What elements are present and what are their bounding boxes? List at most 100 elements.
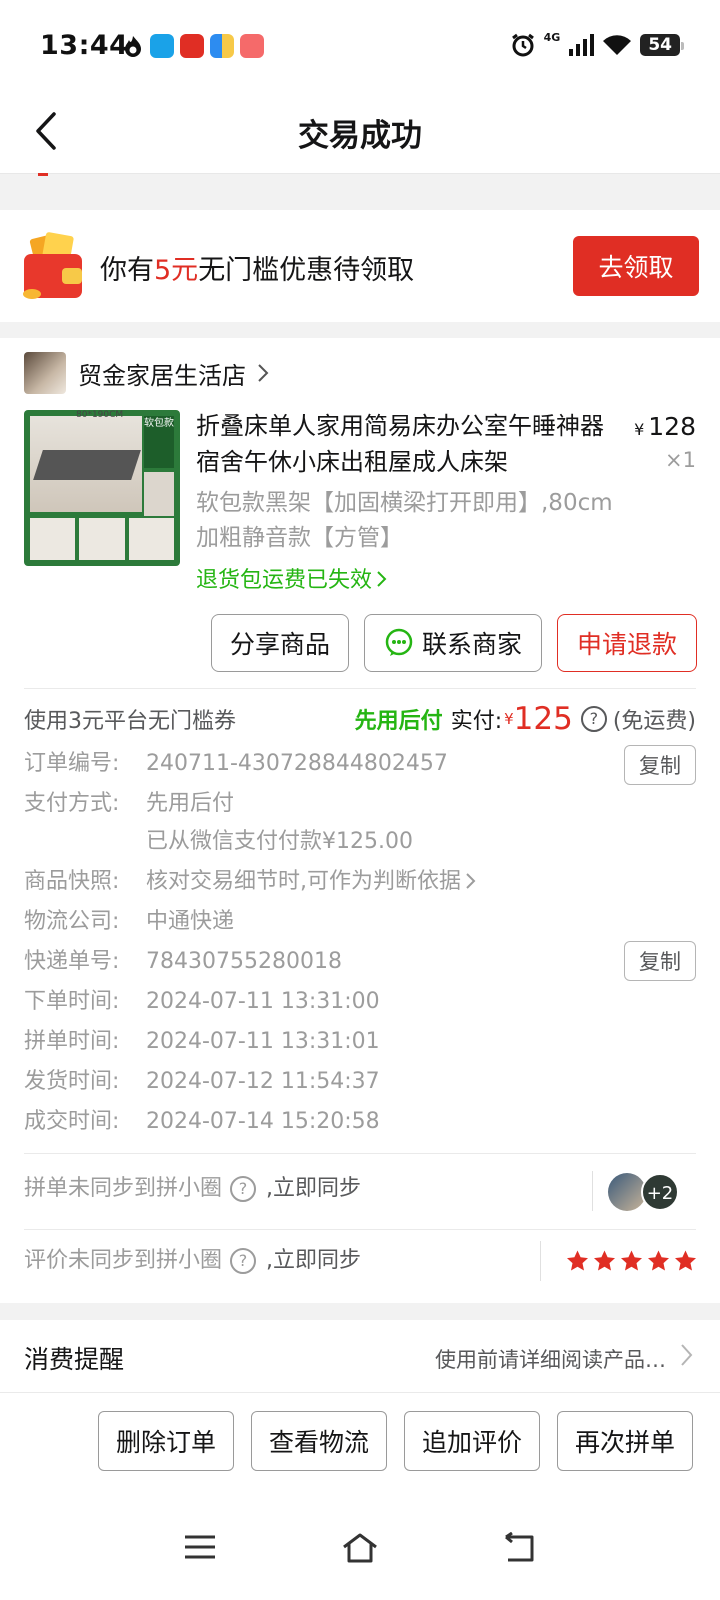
chevron-right-icon <box>681 1344 693 1366</box>
contact-seller-label: 联系商家 <box>421 630 522 659</box>
nav-bar: 交易成功 <box>0 92 720 174</box>
coupon-text: 你有5元无门槛优惠待领取 <box>100 248 414 287</box>
red-marker <box>38 170 48 176</box>
coupon-used-note: 使用3元平台无门槛券 <box>24 709 236 734</box>
return-shipping-note[interactable]: 退货包运费已失效 <box>196 562 388 594</box>
alarm-icon <box>511 33 534 57</box>
chevron-right-icon <box>377 571 387 587</box>
ship-time: 2024-07-12 11:54:37 <box>146 1069 380 1094</box>
price-symbol: ¥ <box>634 420 645 439</box>
paid-amount: 125 <box>513 701 573 737</box>
snapshot-label: 商品快照: <box>24 869 120 894</box>
snapshot-row[interactable]: 商品快照: 核对交易细节时,可作为判断依据 <box>24 867 477 897</box>
product-title[interactable]: 折叠床单人家用简易床办公室午睡神器宿舍午休小床出租屋成人床架 <box>196 408 616 480</box>
rating-stars <box>565 1249 698 1273</box>
copy-tracking-number-button[interactable]: 复制 <box>624 941 696 981</box>
app-notification-icon <box>210 34 234 58</box>
payment-method-note: 已从微信支付付款¥125.00 <box>146 829 413 854</box>
coupon-text-prefix: 你有 <box>100 255 154 286</box>
tracking-number-label: 快递单号: <box>24 949 120 974</box>
add-review-button[interactable]: 追加评价 <box>404 1411 540 1471</box>
order-number: 240711-430728844802457 <box>146 751 448 776</box>
menu-icon[interactable] <box>183 1532 217 1562</box>
logistics-company-row: 物流公司: 中通快递 <box>24 907 234 937</box>
status-bar: 13:44 4G 54 <box>0 0 720 92</box>
reorder-button[interactable]: 再次拼单 <box>557 1411 693 1471</box>
share-product-button[interactable]: 分享商品 <box>211 614 349 672</box>
order-time-label: 下单时间: <box>24 989 120 1014</box>
group-sync-text: 拼单未同步到拼小圈 <box>24 1176 223 1201</box>
payment-summary: 使用3元平台无门槛券 先用后付 实付: ¥ 125 ? (免运费) <box>24 694 696 744</box>
tracking-number-row: 快递单号: 78430755280018 <box>24 947 342 977</box>
back-icon[interactable] <box>502 1532 536 1564</box>
chevron-right-icon <box>258 364 269 382</box>
review-sync-row[interactable]: 评价未同步到拼小圈 ? ,立即同步 <box>24 1243 361 1279</box>
consumer-reminder[interactable]: 消费提醒 使用前请详细阅读产品… <box>0 1320 720 1392</box>
store-link[interactable]: 贸金家居生活店 <box>24 352 270 394</box>
divider <box>540 1241 541 1281</box>
bottom-actions: 删除订单 查看物流 追加评价 再次拼单 <box>0 1392 720 1508</box>
delete-order-button[interactable]: 删除订单 <box>98 1411 234 1471</box>
payment-method-label: 支付方式: <box>24 791 120 816</box>
pay-later-badge: 先用后付 <box>354 709 443 734</box>
snapshot-text: 核对交易细节时,可作为判断依据 <box>146 869 461 894</box>
copy-order-number-button[interactable]: 复制 <box>624 745 696 785</box>
logistics-company-label: 物流公司: <box>24 909 120 934</box>
product-image-bed <box>30 416 142 512</box>
help-icon[interactable]: ? <box>230 1248 257 1274</box>
divider <box>592 1171 593 1211</box>
product-image[interactable]: 80*190CM 软包款 <box>24 410 180 566</box>
status-notification-icons <box>122 34 264 58</box>
ship-time-label: 发货时间: <box>24 1069 120 1094</box>
coupon-banner: 你有5元无门槛优惠待领取 去领取 <box>0 210 720 322</box>
product-image-side-panel <box>144 472 174 516</box>
order-time-row: 下单时间: 2024-07-11 13:31:00 <box>24 987 380 1017</box>
review-sync-action[interactable]: ,立即同步 <box>266 1243 361 1279</box>
divider <box>24 1229 696 1230</box>
logistics-company: 中通快递 <box>146 909 235 934</box>
price-value: 128 <box>648 412 696 441</box>
review-sync-text: 评价未同步到拼小圈 <box>24 1248 223 1273</box>
wallet-icon <box>23 232 82 299</box>
shipping-note: (免运费) <box>612 709 696 734</box>
system-nav-bar <box>0 1508 720 1600</box>
product-quantity: ×1 <box>665 448 696 472</box>
order-number-row: 订单编号: 240711-430728844802457 <box>24 749 448 779</box>
paid-currency: ¥ <box>504 710 514 728</box>
status-right: 4G 54 <box>510 30 684 58</box>
deal-time-row: 成交时间: 2024-07-14 15:20:58 <box>24 1107 380 1137</box>
claim-coupon-button[interactable]: 去领取 <box>573 236 699 296</box>
pinduoduo-notification-icon <box>180 34 204 58</box>
video-notification-icon <box>240 34 264 58</box>
star-icon <box>594 1250 615 1271</box>
view-logistics-button[interactable]: 查看物流 <box>251 1411 387 1471</box>
payment-method-row: 支付方式: 先用后付 <box>24 789 234 819</box>
group-time: 2024-07-11 13:31:01 <box>146 1029 380 1054</box>
home-icon[interactable] <box>340 1532 380 1564</box>
group-sync-row[interactable]: 拼单未同步到拼小圈 ? ,立即同步 <box>24 1171 361 1207</box>
payment-method: 先用后付 <box>146 791 235 816</box>
ship-time-row: 发货时间: 2024-07-12 11:54:37 <box>24 1067 380 1097</box>
order-time: 2024-07-11 13:31:00 <box>146 989 380 1014</box>
deal-time-label: 成交时间: <box>24 1109 120 1134</box>
product-price: ¥128 <box>634 412 696 441</box>
star-icon <box>675 1250 696 1271</box>
page-title: 交易成功 <box>298 118 422 154</box>
wifi-icon <box>603 35 632 55</box>
contact-seller-button[interactable]: 联系商家 <box>364 614 542 672</box>
return-shipping-text: 退货包运费已失效 <box>196 568 373 593</box>
request-refund-button[interactable]: 申请退款 <box>557 614 697 672</box>
product-image-thumbs <box>30 518 174 560</box>
network-type: 4G <box>543 30 561 44</box>
product-image-size-label: 80*190CM <box>76 410 124 420</box>
coupon-amount: 5元 <box>154 255 199 286</box>
flame-icon <box>125 36 141 57</box>
group-sync-action[interactable]: ,立即同步 <box>266 1171 361 1207</box>
help-icon[interactable]: ? <box>580 706 607 732</box>
store-name: 贸金家居生活店 <box>78 361 246 390</box>
paid-label: 实付: <box>450 709 503 734</box>
chevron-right-icon <box>466 873 476 889</box>
help-icon[interactable]: ? <box>230 1176 257 1202</box>
group-time-label: 拼单时间: <box>24 1029 120 1054</box>
star-icon <box>648 1250 669 1271</box>
